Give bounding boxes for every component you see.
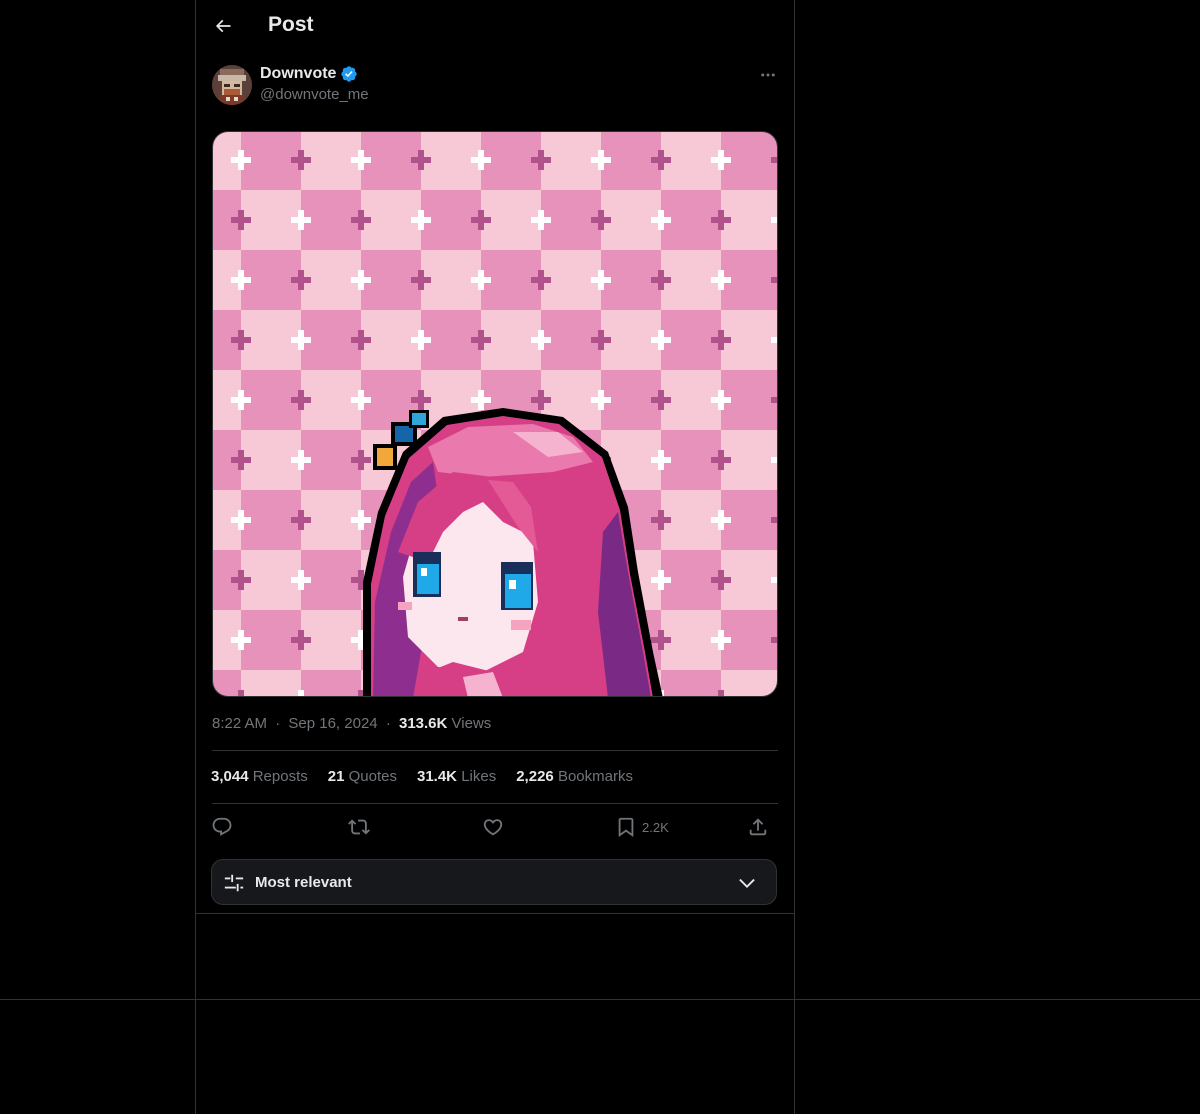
sliders-icon <box>224 874 244 892</box>
reply-button[interactable] <box>211 812 233 842</box>
likes-count: 31.4K <box>416 768 458 785</box>
reply-sort-dropdown[interactable]: Most relevant <box>211 859 777 905</box>
divider <box>195 913 795 914</box>
action-bar: 2.2K <box>211 812 777 842</box>
likes-stat[interactable]: 31.4K Likes <box>417 768 496 785</box>
like-button[interactable] <box>482 812 504 842</box>
repost-icon <box>348 819 370 835</box>
bookmarks-label: Bookmarks <box>557 768 633 785</box>
bookmark-icon <box>618 817 634 838</box>
bookmarks-count: 2,226 <box>516 768 554 785</box>
reposts-stat[interactable]: 3,044 Reposts <box>211 768 308 785</box>
share-icon <box>749 818 767 836</box>
chevron-down-icon <box>739 878 755 888</box>
bookmark-button[interactable]: 2.2K <box>615 812 669 842</box>
likes-label: Likes <box>461 768 497 785</box>
reposts-label: Reposts <box>252 768 308 785</box>
share-button[interactable] <box>747 812 769 842</box>
heart-icon <box>483 819 503 836</box>
engagement-stats: 3,044 Reposts 21 Quotes 31.4K Likes 2,22… <box>211 768 633 785</box>
bookmarks-stat[interactable]: 2,226 Bookmarks <box>516 768 633 785</box>
reply-icon <box>212 817 232 836</box>
repost-button[interactable] <box>348 812 370 842</box>
divider <box>212 803 778 804</box>
quotes-count: 21 <box>327 768 345 785</box>
bookmark-count: 2.2K <box>642 819 669 835</box>
quotes-stat[interactable]: 21 Quotes <box>328 768 397 785</box>
divider <box>0 999 1200 1000</box>
quotes-label: Quotes <box>348 768 397 785</box>
reposts-count: 3,044 <box>211 768 249 785</box>
sort-label: Most relevant <box>255 874 352 891</box>
